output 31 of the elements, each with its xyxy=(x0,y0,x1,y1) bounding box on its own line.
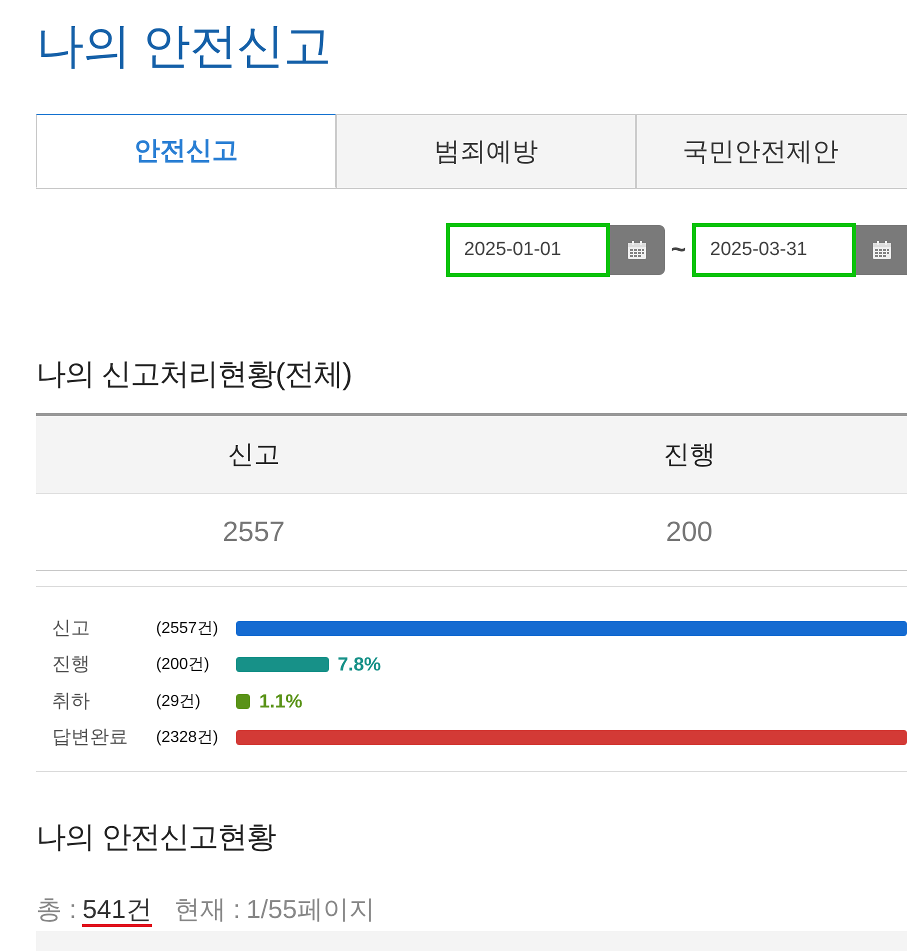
total-label: 총 : xyxy=(36,892,76,926)
table-cell-text: 2557 xyxy=(222,514,286,549)
bar-count: (2557건) xyxy=(156,618,220,639)
bar-label: 진행 xyxy=(52,653,91,678)
bar-label: 신고 xyxy=(52,616,91,641)
range-separator: ~ xyxy=(670,233,686,266)
bar-label: 취하 xyxy=(52,690,91,714)
bar-percent: 1.1% xyxy=(259,692,302,712)
bar-percent: 7.8% xyxy=(338,656,381,675)
section-title: 나의 신고처리현황(전체) xyxy=(36,356,352,393)
tab[interactable]: 범죄예방 xyxy=(336,114,636,188)
total-count: 541건 xyxy=(82,894,152,928)
calendar-icon xyxy=(627,240,648,260)
date-field[interactable]: 2025-01-01 xyxy=(446,222,610,277)
date-field[interactable]: 2025-03-31 xyxy=(692,222,856,277)
calendar-button[interactable] xyxy=(856,224,907,275)
table-cell-text: 200 xyxy=(664,514,714,549)
current-page: 1/55페이지 xyxy=(246,892,375,926)
bar-count: (200건) xyxy=(156,655,210,676)
tab[interactable]: 국민안전제안 xyxy=(636,114,907,188)
column-header: 신고 xyxy=(226,438,281,471)
calendar-button[interactable] xyxy=(610,224,665,275)
column-header: 진행 xyxy=(662,438,716,471)
tab[interactable]: 안전신고 xyxy=(36,114,336,188)
current-page-label: 현재 : xyxy=(174,892,240,926)
bar-count: (29건) xyxy=(156,692,202,712)
section-title: 나의 안전신고현황 xyxy=(36,820,277,856)
bar-count: (2328건) xyxy=(156,728,220,748)
page-title: 나의 안전신고 xyxy=(36,19,332,75)
calendar-icon xyxy=(872,240,892,260)
bar-label: 답변완료 xyxy=(52,726,129,750)
